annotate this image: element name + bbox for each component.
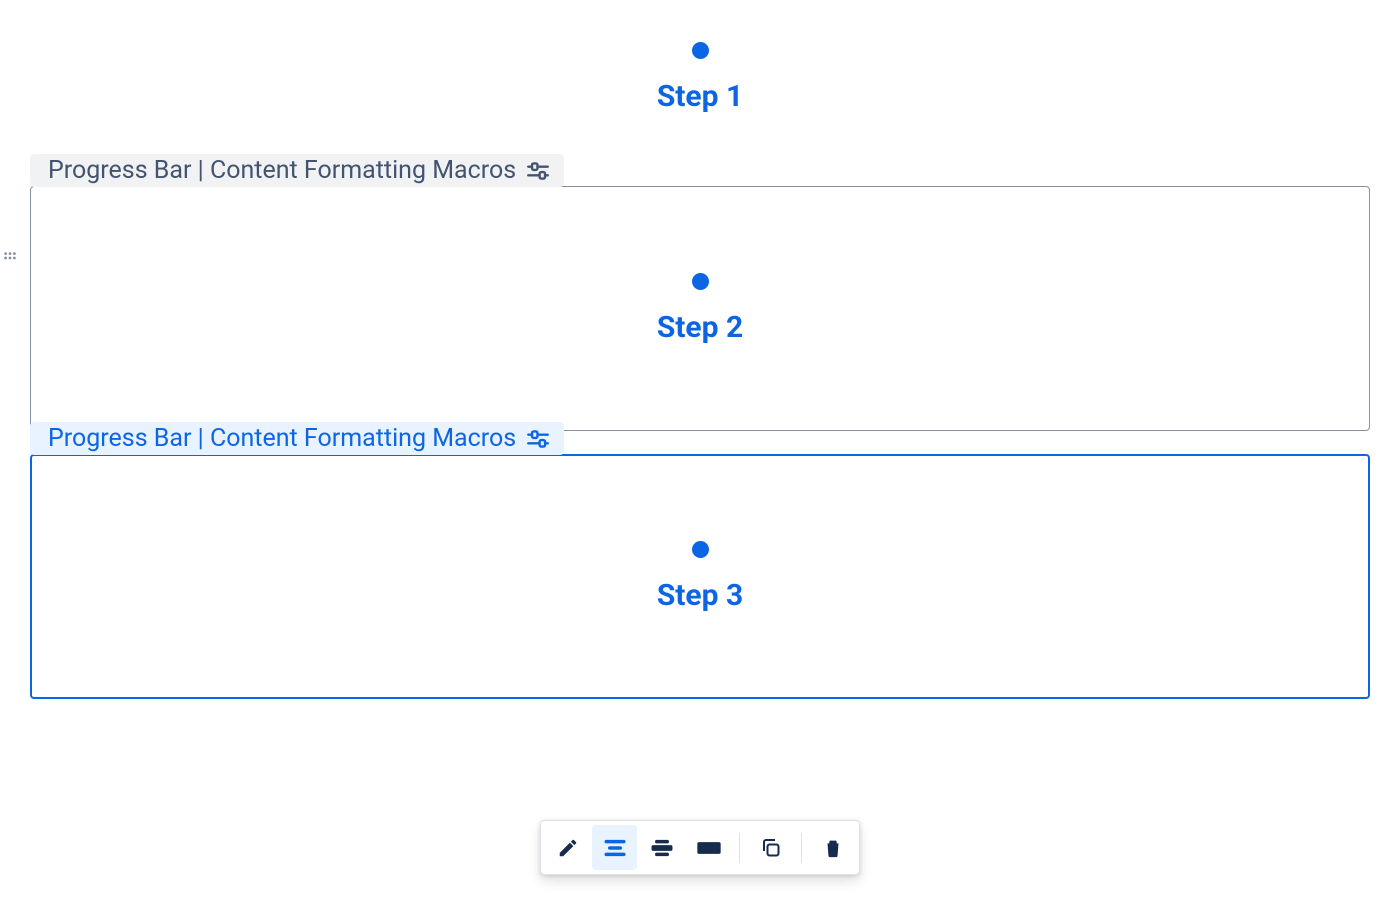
align-full-button[interactable]	[686, 825, 731, 870]
macro-box-1[interactable]: Step 2	[30, 186, 1370, 431]
pencil-icon	[557, 837, 579, 859]
edit-button[interactable]	[545, 825, 590, 870]
step-dot-icon	[692, 42, 709, 59]
macro-tag-1-label: Progress Bar | Content Formatting Macros	[48, 156, 516, 185]
step-2-label: Step 2	[657, 310, 743, 345]
macro-tag-2-label: Progress Bar | Content Formatting Macros	[48, 424, 516, 453]
floating-toolbar	[540, 820, 860, 875]
delete-button[interactable]	[810, 825, 855, 870]
align-wide-icon	[648, 834, 676, 862]
toolbar-divider	[739, 833, 740, 863]
step-1-label: Step 1	[657, 79, 743, 114]
step-3-label: Step 3	[657, 578, 743, 613]
align-center-button[interactable]	[592, 825, 637, 870]
align-center-icon	[601, 834, 629, 862]
step-dot-icon	[692, 541, 709, 558]
trash-icon	[822, 837, 844, 859]
align-wide-button[interactable]	[639, 825, 684, 870]
align-full-icon	[695, 834, 723, 862]
macro-box-2-selected[interactable]: Step 3	[30, 454, 1370, 699]
copy-button[interactable]	[748, 825, 793, 870]
macro-tag-1[interactable]: Progress Bar | Content Formatting Macros	[30, 154, 564, 187]
step-dot-icon	[692, 273, 709, 290]
macro-tag-2[interactable]: Progress Bar | Content Formatting Macros	[30, 422, 564, 455]
progress-step-1: Step 1	[0, 0, 1400, 154]
drag-handle-icon[interactable]	[0, 248, 20, 268]
toolbar-divider	[801, 833, 802, 863]
settings-sliders-icon	[524, 425, 552, 453]
copy-icon	[759, 836, 783, 860]
settings-sliders-icon	[524, 157, 552, 185]
